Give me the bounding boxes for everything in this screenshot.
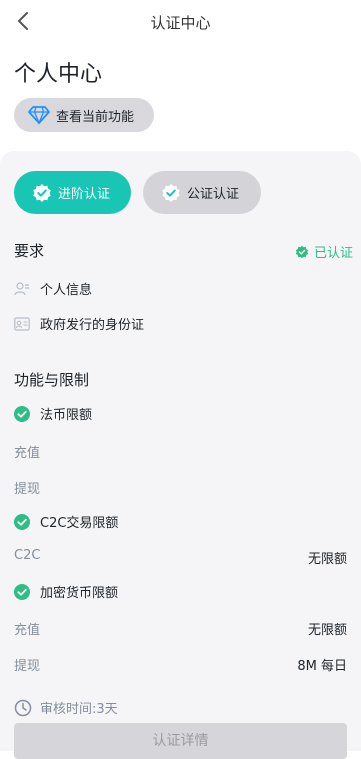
c2c-limit-header: C2C交易限额	[14, 512, 118, 531]
user-info-icon	[14, 281, 29, 295]
verified-check-icon	[295, 245, 309, 258]
requirements-title: 要求	[14, 242, 45, 260]
tab-notarized-verification[interactable]: 公证认证	[143, 171, 261, 214]
navbar: 认证中心	[0, 0, 361, 44]
status-label: 已认证	[313, 246, 353, 261]
status-badge: 已认证	[295, 242, 353, 261]
view-features-button[interactable]: 查看当前功能	[14, 98, 154, 132]
tab-notarized-label: 公证认证	[187, 187, 240, 202]
page-title: 个人中心	[14, 62, 103, 87]
crypto-withdraw-row: 提现 8M 每日	[14, 655, 347, 674]
row-label: 提现	[14, 659, 41, 674]
check-circle-icon	[14, 513, 30, 530]
timer-icon	[14, 699, 32, 716]
diamond-icon	[28, 106, 50, 125]
tab-advanced-label: 进阶认证	[58, 187, 111, 202]
features-title: 功能与限制	[14, 371, 90, 389]
crypto-deposit-row: 充值 无限额	[14, 619, 347, 638]
row-value: 无限额	[307, 552, 347, 567]
requirement-government-id: 政府发行的身份证	[14, 314, 144, 333]
crypto-limit-header: 加密货币限额	[14, 582, 118, 601]
row-label: 充值	[14, 446, 41, 461]
nav-title: 认证中心	[150, 14, 211, 32]
c2c-limit-label: C2C交易限额	[40, 516, 119, 531]
crypto-limit-label: 加密货币限额	[40, 586, 119, 601]
fiat-withdraw-row: 提现	[14, 478, 347, 497]
fiat-deposit-row: 充值	[14, 442, 347, 461]
row-label: C2C	[14, 548, 41, 563]
row-label: 提现	[14, 482, 41, 497]
row-value: 8M 每日	[297, 659, 347, 674]
review-time-label: 审核时间:3天	[40, 702, 118, 717]
verification-details-button[interactable]: 认证详情	[14, 723, 347, 759]
check-circle-icon	[14, 405, 30, 422]
requirement-label: 政府发行的身份证	[40, 318, 145, 333]
tab-advanced-verification[interactable]: 进阶认证	[14, 171, 131, 214]
fiat-limit-label: 法币限额	[40, 408, 93, 423]
id-card-icon	[14, 316, 30, 331]
row-value: 无限额	[307, 623, 347, 638]
row-label: 充值	[14, 623, 41, 638]
check-circle-icon	[14, 583, 30, 600]
review-time: 审核时间:3天	[14, 698, 118, 717]
verified-badge-icon	[162, 183, 180, 202]
requirement-personal-info: 个人信息	[14, 279, 92, 298]
c2c-row: C2C 无限额	[14, 548, 347, 567]
view-features-label: 查看当前功能	[56, 109, 135, 125]
verified-badge-icon	[33, 183, 51, 202]
fiat-limit-header: 法币限额	[14, 404, 92, 423]
requirement-label: 个人信息	[40, 283, 93, 298]
